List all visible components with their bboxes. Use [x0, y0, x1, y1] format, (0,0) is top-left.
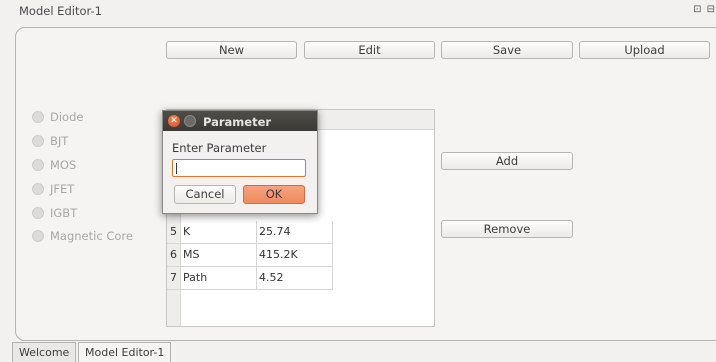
radio-indicator-icon [32, 135, 44, 147]
dialog-title-bar: ✕ Parameter [163, 111, 317, 131]
parameter-input[interactable] [172, 159, 306, 177]
parameter-value-cell[interactable]: 4.52 [259, 271, 284, 284]
tab-welcome[interactable]: Welcome [12, 342, 77, 362]
parameter-value-cell[interactable]: 25.74 [259, 225, 291, 238]
radio-label: IGBT [50, 206, 78, 220]
parameter-dialog: ✕ Parameter Enter Parameter Cancel OK [162, 110, 318, 214]
radio-label: MOS [50, 158, 77, 172]
radio-label: Magnetic Core [50, 229, 133, 243]
close-icon[interactable]: ✕ [168, 115, 180, 127]
parameter-name-cell[interactable]: K [183, 225, 190, 238]
radio-indicator-icon [32, 230, 44, 242]
radio-indicator-icon [32, 207, 44, 219]
window-corner-icons[interactable]: ⊡ ⊟ [693, 4, 716, 15]
parameter-name-cell[interactable]: Path [183, 271, 207, 284]
radio-indicator-icon [32, 183, 44, 195]
dialog-title: Parameter [203, 115, 272, 129]
new-button[interactable]: New [166, 41, 297, 59]
row-index: 7 [170, 271, 177, 284]
text-cursor [176, 163, 177, 174]
radio-indicator-icon [32, 159, 44, 171]
tab-model-editor-1[interactable]: Model Editor-1 [78, 342, 172, 362]
remove-button[interactable]: Remove [441, 220, 573, 238]
parameter-value-cell[interactable]: 415.2K [259, 248, 298, 261]
radio-label: Diode [50, 110, 84, 124]
window-title: Model Editor-1 [19, 4, 102, 18]
table-row[interactable]: 7 Path 4.52 [167, 267, 333, 290]
ok-button[interactable]: OK [243, 185, 305, 204]
save-button[interactable]: Save [441, 41, 573, 59]
upload-button[interactable]: Upload [579, 41, 710, 59]
row-index: 6 [170, 248, 177, 261]
radio-label: BJT [50, 134, 69, 148]
radio-label: JFET [50, 182, 75, 196]
minimize-icon[interactable] [184, 115, 196, 127]
table-row[interactable]: 6 MS 415.2K [167, 244, 333, 267]
add-button[interactable]: Add [441, 152, 573, 170]
radio-indicator-icon [32, 111, 44, 123]
edit-button[interactable]: Edit [304, 41, 435, 59]
parameter-name-cell[interactable]: MS [183, 248, 199, 261]
title-bar: Model Editor-1 ⊡ ⊟ [0, 0, 716, 22]
table-row[interactable]: 5 K 25.74 [167, 221, 333, 244]
row-index: 5 [170, 225, 177, 238]
cancel-button[interactable]: Cancel [174, 185, 236, 204]
dialog-prompt: Enter Parameter [172, 141, 267, 155]
